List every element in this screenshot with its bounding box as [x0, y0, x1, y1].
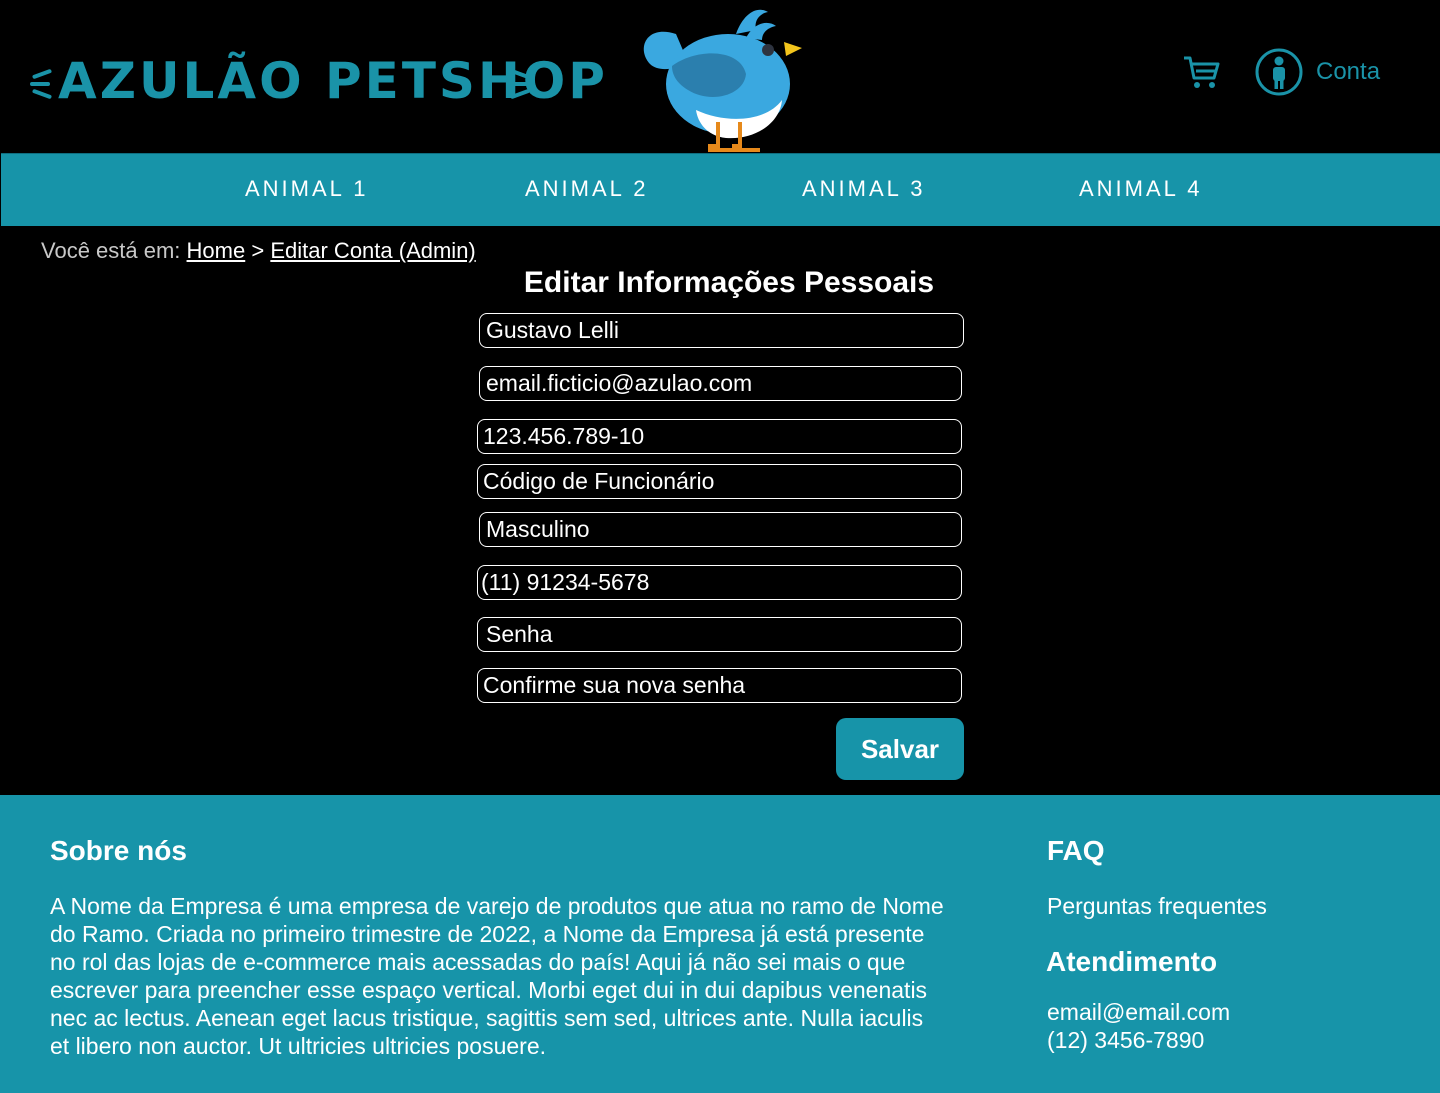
breadcrumb-home-link[interactable]: Home: [187, 238, 246, 263]
support-phone: (12) 3456-7890: [1047, 1027, 1205, 1053]
about-line: nec ac lectus. Aenean eget lacus tristiq…: [50, 1005, 924, 1031]
about-line: no rol das lojas de e-commerce mais aces…: [50, 949, 906, 975]
logo-text: AZULÃO PETSHOP: [58, 52, 608, 110]
account-label: Conta: [1316, 58, 1381, 85]
about-line: A Nome da Empresa é uma empresa de varej…: [50, 893, 944, 919]
logo-dash-decoration: [30, 82, 50, 86]
breadcrumb-prefix: Você está em:: [41, 238, 181, 263]
save-button[interactable]: Salvar: [836, 718, 964, 780]
faq-link[interactable]: Perguntas frequentes: [1047, 892, 1267, 920]
page-title: Editar Informações Pessoais: [523, 266, 935, 299]
faq-heading: FAQ: [1047, 835, 1105, 866]
breadcrumb: Você está em: Home > Editar Conta (Admin…: [41, 238, 476, 264]
support-email-link[interactable]: email@email.com: [1047, 998, 1230, 1026]
store-logo[interactable]: AZULÃO PETSHOP: [28, 38, 605, 128]
about-line: do Ramo. Criada no primeiro trimestre de…: [50, 921, 925, 947]
bird-mascot: [643, 9, 802, 152]
phone-field[interactable]: [477, 565, 962, 600]
logo-dash-decoration: [31, 68, 53, 80]
about-line: et libero non auctor. Ut ultricies ultri…: [50, 1033, 547, 1059]
breadcrumb-separator: >: [251, 238, 265, 263]
email-field[interactable]: [479, 366, 962, 401]
nav-item-animal-3[interactable]: ANIMAL 3: [802, 176, 925, 202]
employee-code-field[interactable]: [477, 464, 962, 499]
account-icon: [1255, 48, 1303, 96]
site-header: AZULÃO PETSHOP Conta: [0, 0, 1440, 153]
cart-icon[interactable]: [1182, 54, 1220, 90]
account-button[interactable]: Conta: [1255, 47, 1380, 97]
about-text: A Nome da Empresa é uma empresa de varej…: [50, 892, 1010, 1060]
password-field[interactable]: [477, 617, 962, 652]
site-footer: Sobre nós A Nome da Empresa é uma empres…: [0, 795, 1440, 1093]
logo-dash-decoration: [31, 88, 53, 100]
breadcrumb-current-link[interactable]: Editar Conta (Admin): [270, 238, 475, 263]
about-line: escrever para preencher esse espaço vert…: [50, 977, 928, 1003]
confirm-password-field[interactable]: [477, 668, 962, 703]
support-heading: Atendimento: [1046, 946, 1218, 977]
about-heading: Sobre nós: [50, 835, 187, 866]
nav-item-animal-1[interactable]: ANIMAL 1: [245, 176, 368, 202]
nav-item-animal-2[interactable]: ANIMAL 2: [525, 176, 648, 202]
logo-dash-decoration: [512, 82, 532, 86]
cpf-field[interactable]: [477, 419, 962, 454]
gender-field[interactable]: [479, 512, 962, 547]
name-field[interactable]: [479, 313, 964, 348]
nav-item-animal-4[interactable]: ANIMAL 4: [1079, 176, 1202, 202]
category-nav: ANIMAL 1 ANIMAL 2 ANIMAL 3 ANIMAL 4: [1, 153, 1440, 226]
